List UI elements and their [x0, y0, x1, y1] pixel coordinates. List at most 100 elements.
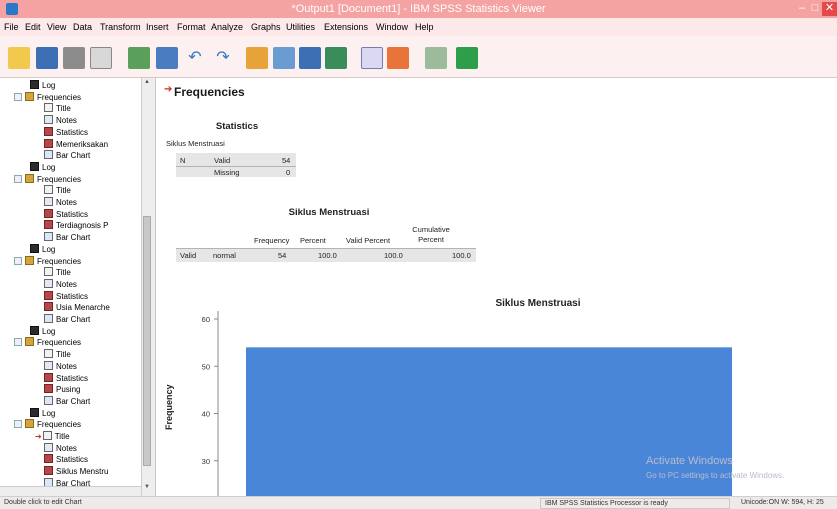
variables-icon[interactable]: [299, 47, 321, 69]
outline-node-label: Terdiagnosis P: [56, 221, 109, 231]
outline-vertical-scrollbar[interactable]: ▲ ▼: [141, 78, 151, 496]
outline-node-freq[interactable]: Frequencies: [14, 419, 81, 430]
menu-edit[interactable]: Edit: [25, 22, 41, 32]
collapse-toggle-icon[interactable]: [14, 338, 22, 347]
outline-node-title[interactable]: Title: [44, 267, 71, 278]
output-content-pane[interactable]: ➔ Frequencies Statistics Siklus Menstrua…: [156, 78, 837, 496]
outline-node-label: Log: [42, 162, 56, 172]
title-bar: *Output1 [Document1] - IBM SPSS Statisti…: [0, 0, 837, 18]
undo-icon[interactable]: ↶: [184, 47, 206, 69]
menu-view[interactable]: View: [47, 22, 66, 32]
activate-windows-subtitle: Go to PC settings to activate Windows.: [646, 471, 785, 480]
menu-graphs[interactable]: Graphs: [251, 22, 281, 32]
outline-node-notes[interactable]: Notes: [44, 360, 77, 372]
maximize-button[interactable]: □: [809, 2, 821, 16]
outline-node-log[interactable]: Log: [30, 407, 55, 419]
outline-node-bar[interactable]: Bar Chart: [44, 232, 90, 243]
outline-node-stats[interactable]: Pusing: [44, 384, 80, 395]
export-icon[interactable]: [128, 47, 150, 69]
outline-node-log[interactable]: Log: [30, 325, 55, 337]
scroll-up-arrow-icon[interactable]: ▲: [143, 79, 151, 88]
bar-chart[interactable]: 6050403020: [156, 78, 837, 496]
outline-node-log[interactable]: Log: [30, 80, 55, 91]
open-folder-icon[interactable]: [8, 47, 30, 69]
close-button[interactable]: ✕: [822, 2, 837, 16]
outline-node-bar[interactable]: Bar Chart: [44, 314, 90, 325]
log-item-icon: [30, 161, 39, 171]
menu-help[interactable]: Help: [415, 22, 434, 32]
stats-item-icon: [44, 454, 53, 464]
outline-node-bar[interactable]: Bar Chart: [44, 150, 90, 161]
outline-node-stats[interactable]: Statistics: [44, 372, 88, 384]
outline-node-title[interactable]: Title: [44, 103, 71, 114]
scrollbar-thumb[interactable]: [143, 216, 151, 466]
print-icon[interactable]: [63, 47, 85, 69]
outline-node-bar[interactable]: Bar Chart: [44, 395, 90, 407]
outline-node-stats[interactable]: Siklus Menstru: [44, 466, 108, 477]
outline-node-stats[interactable]: Statistics: [44, 454, 88, 465]
insert-new-icon[interactable]: [387, 47, 409, 69]
status-bar: Double click to edit Chart IBM SPSS Stat…: [0, 496, 837, 509]
goto-case-icon[interactable]: [273, 47, 295, 69]
outline-node-title[interactable]: ➔ Title: [35, 431, 70, 442]
menu-data[interactable]: Data: [73, 22, 92, 32]
scroll-down-arrow-icon[interactable]: ▼: [143, 484, 151, 493]
outline-node-stats[interactable]: Statistics: [44, 208, 88, 220]
outline-node-label: Bar Chart: [56, 151, 91, 161]
outline-node-label: Statistics: [56, 127, 89, 137]
outline-node-label: Notes: [56, 116, 77, 126]
bar-item-icon: [44, 395, 53, 405]
print-preview-icon[interactable]: [90, 47, 112, 69]
menu-utilities[interactable]: Utilities: [286, 22, 315, 32]
collapse-toggle-icon[interactable]: [14, 256, 22, 265]
outline-node-notes[interactable]: Notes: [44, 278, 77, 290]
redo-icon[interactable]: ↷: [212, 47, 234, 69]
insert-output-icon[interactable]: [361, 47, 383, 69]
designate-window-icon[interactable]: [325, 47, 347, 69]
collapse-toggle-icon[interactable]: [14, 174, 22, 183]
outline-node-log[interactable]: Log: [30, 161, 56, 173]
outline-node-title[interactable]: Title: [44, 185, 71, 196]
menu-transform[interactable]: Transform: [100, 22, 141, 32]
outline-node-log[interactable]: Log: [30, 243, 55, 255]
menu-window[interactable]: Window: [376, 22, 408, 32]
y-tick-label: 30: [202, 457, 210, 466]
collapse-toggle-icon[interactable]: [14, 92, 22, 101]
collapse-toggle-icon[interactable]: [14, 420, 22, 429]
outline-horizontal-scrollbar[interactable]: [0, 486, 141, 496]
log-item-icon: [30, 325, 39, 335]
outline-node-notes[interactable]: Notes: [44, 115, 77, 126]
outline-node-stats[interactable]: Statistics: [44, 290, 88, 302]
save-icon[interactable]: [36, 47, 58, 69]
menu-file[interactable]: File: [4, 22, 19, 32]
outline-node-stats[interactable]: Usia Menarche: [44, 302, 110, 313]
menu-extensions[interactable]: Extensions: [324, 22, 368, 32]
stats-item-icon: [44, 138, 53, 148]
y-tick-label: 40: [202, 410, 210, 419]
show-icon[interactable]: [456, 47, 478, 69]
outline-node-notes[interactable]: Notes: [44, 442, 77, 454]
freq-item-icon: [25, 91, 34, 101]
recall-dialog-icon[interactable]: [156, 47, 178, 69]
y-tick-label: 50: [202, 362, 210, 371]
outline-node-label: Memeriksakan: [56, 139, 109, 149]
outline-node-label: Bar Chart: [56, 233, 91, 243]
outline-node-freq[interactable]: Frequencies: [14, 337, 81, 348]
minimize-button[interactable]: –: [796, 2, 808, 16]
outline-node-stats[interactable]: Terdiagnosis P: [44, 220, 108, 231]
outline-node-stats[interactable]: Memeriksakan: [44, 138, 109, 150]
hide-icon[interactable]: [425, 47, 447, 69]
outline-node-freq[interactable]: Frequencies: [14, 173, 81, 185]
outline-node-label: Title: [56, 268, 71, 278]
menu-analyze[interactable]: Analyze: [211, 22, 243, 32]
outline-node-notes[interactable]: Notes: [44, 197, 77, 208]
menu-format[interactable]: Format: [177, 22, 206, 32]
outline-node-freq[interactable]: Frequencies: [14, 255, 81, 267]
outline-node-freq[interactable]: Frequencies: [14, 91, 81, 103]
outline-node-stats[interactable]: Statistics: [44, 126, 89, 138]
outline-node-title[interactable]: Title: [44, 349, 71, 360]
goto-data-icon[interactable]: [246, 47, 268, 69]
title-item-icon: [44, 185, 53, 195]
menu-insert[interactable]: Insert: [146, 22, 169, 32]
notes-item-icon: [44, 197, 53, 206]
